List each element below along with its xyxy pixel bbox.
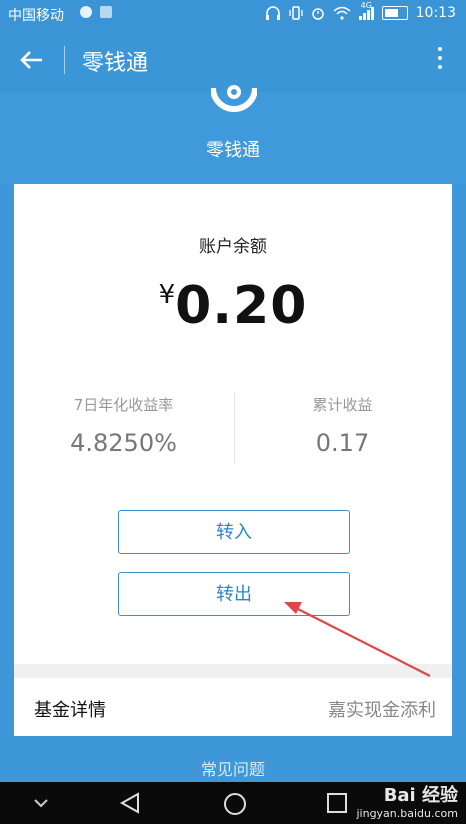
vibrate-icon <box>288 6 303 20</box>
clock: 10:13 <box>415 5 456 21</box>
stat-value: 4.8250% <box>70 429 177 457</box>
baidu-watermark: Bai 经验 jingyan.baidu.com <box>356 781 458 820</box>
fund-details-label: 基金详情 <box>34 700 106 721</box>
balance-label: 账户余额 <box>199 237 267 257</box>
currency-symbol: ¥ <box>158 280 176 310</box>
carrier-name: 中国移动 <box>8 8 64 24</box>
notification-icons <box>80 6 112 18</box>
balance-amount: ¥0.20 <box>14 276 452 336</box>
back-nav-icon[interactable] <box>118 792 142 814</box>
transfer-in-button[interactable]: 转入 <box>118 510 350 554</box>
system-navigation-bar: Bai 经验 jingyan.baidu.com <box>0 782 466 824</box>
network-type: 4G <box>360 0 372 10</box>
status-bar: 中国移动 4G 10:13 <box>0 0 466 28</box>
more-options-icon[interactable] <box>434 44 446 78</box>
watermark-url: jingyan.baidu.com <box>356 807 458 820</box>
cloud-icon <box>80 6 92 18</box>
home-nav-icon[interactable] <box>222 792 248 816</box>
signal-icon: 4G <box>358 1 374 20</box>
alarm-icon <box>311 8 324 20</box>
chevron-down-icon[interactable] <box>32 792 50 814</box>
fund-name: 嘉实现金添利 <box>328 700 436 721</box>
yield-rate-stat: 7日年化收益率 4.8250% <box>14 392 233 457</box>
balance-card: 账户余额 ¥0.20 7日年化收益率 4.8250% 累计收益 0.17 转入 … <box>14 184 452 664</box>
wifi-icon <box>333 6 351 20</box>
status-right: 4G 10:13 <box>265 1 456 21</box>
total-earnings-stat: 累计收益 0.17 <box>233 392 452 457</box>
recents-nav-icon[interactable] <box>326 792 348 814</box>
product-name: 零钱通 <box>206 140 260 161</box>
lingqiantong-logo <box>211 85 257 112</box>
faq-link[interactable]: 常见问题 <box>0 756 466 780</box>
section-separator <box>14 664 452 678</box>
headphones-icon <box>265 6 280 20</box>
page-title: 零钱通 <box>82 51 149 76</box>
balance-value: 0.20 <box>175 276 308 336</box>
image-icon <box>100 6 112 18</box>
watermark-brand: Bai 经验 <box>383 785 458 806</box>
battery-icon <box>381 6 408 20</box>
stat-value: 0.17 <box>315 429 370 457</box>
stat-label: 累计收益 <box>312 396 373 414</box>
stats-row: 7日年化收益率 4.8250% 累计收益 0.17 <box>14 392 452 474</box>
fund-details-row[interactable]: 基金详情 嘉实现金添利 <box>14 678 452 736</box>
transfer-out-button[interactable]: 转出 <box>118 572 350 616</box>
stat-label: 7日年化收益率 <box>73 396 174 414</box>
app-bar-divider <box>64 46 65 74</box>
back-arrow-icon[interactable] <box>14 42 50 78</box>
hero-section: 零钱通 <box>0 85 466 184</box>
